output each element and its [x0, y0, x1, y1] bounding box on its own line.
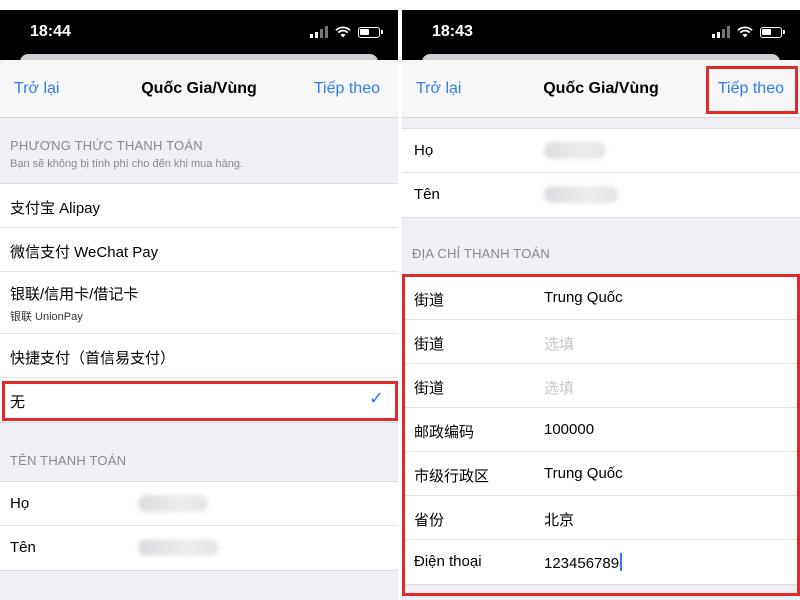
option-label: 银联/信用卡/借记卡	[10, 286, 139, 303]
status-time: 18:43	[432, 23, 473, 40]
field-label: 街道	[414, 292, 445, 309]
street-field-3[interactable]: 街道 选填	[402, 364, 800, 408]
first-name-field[interactable]: Tên	[0, 526, 398, 570]
street-field-1[interactable]: 街道 Trung Quốc	[402, 276, 800, 320]
option-label: 微信支付 WeChat Pay	[10, 244, 159, 261]
billing-name-list: Họ Tên	[0, 481, 398, 571]
checkmark-icon: ✓	[368, 388, 384, 408]
payment-method-header: PHƯƠNG THỨC THANH TOÁN	[10, 138, 203, 153]
field-label: 街道	[414, 336, 445, 353]
field-value: Trung Quốc	[544, 465, 623, 482]
payment-option-quickpay[interactable]: 快捷支付（首信易支付）	[0, 334, 398, 378]
field-value: 123456789	[544, 555, 620, 572]
wifi-icon	[737, 26, 753, 38]
signal-icon	[712, 26, 730, 38]
option-label: 快捷支付（首信易支付）	[10, 350, 176, 367]
signal-icon	[310, 26, 328, 38]
phone-field[interactable]: Điện thoại 123456789	[402, 540, 800, 584]
back-button[interactable]: Trở lại	[14, 80, 59, 98]
name-fields-list: Họ Tên	[402, 128, 800, 218]
field-label: Điện thoại	[414, 553, 482, 570]
payment-option-none[interactable]: 无 ✓	[0, 378, 398, 422]
wifi-icon	[335, 26, 351, 38]
field-label: Tên	[414, 186, 440, 203]
redacted-value	[138, 539, 218, 556]
battery-icon	[358, 26, 383, 38]
province-field[interactable]: 省份 北京	[402, 496, 800, 540]
billing-name-header: TÊN THANH TOÁN	[10, 453, 127, 468]
redacted-value	[544, 142, 606, 159]
status-bar: 18:44	[0, 10, 398, 60]
field-label: 街道	[414, 380, 445, 397]
payment-method-note: Bạn sẽ không bị tính phí cho đến khi mua…	[10, 158, 243, 170]
payment-option-wechat[interactable]: 微信支付 WeChat Pay	[0, 228, 398, 272]
phone-screen-left: 18:44 Trở lại Quốc Gia/Vùng Tiếp theo PH…	[0, 10, 398, 600]
field-label: Tên	[10, 539, 36, 556]
street-field-2[interactable]: 街道 选填	[402, 320, 800, 364]
status-bar: 18:43	[402, 10, 800, 60]
payment-option-unionpay[interactable]: 银联/信用卡/借记卡 银联 UnionPay	[0, 272, 398, 334]
city-field[interactable]: 市级行政区 Trung Quốc	[402, 452, 800, 496]
field-placeholder: 选填	[544, 336, 575, 353]
billing-address-header: ĐỊA CHỈ THANH TOÁN	[412, 246, 550, 261]
option-label: 支付宝 Alipay	[10, 200, 101, 217]
text-cursor	[620, 553, 622, 571]
field-label: Họ	[10, 495, 30, 512]
field-placeholder: 选填	[544, 380, 575, 397]
form-sheet: Trở lại Quốc Gia/Vùng Tiếp theo Họ Tên Đ…	[402, 60, 800, 600]
phone-value-wrap: 123456789	[544, 553, 622, 572]
next-button[interactable]: Tiếp theo	[314, 80, 380, 98]
nav-bar: Trở lại Quốc Gia/Vùng Tiếp theo	[0, 60, 398, 118]
option-label: 无	[10, 394, 26, 411]
form-sheet: Trở lại Quốc Gia/Vùng Tiếp theo PHƯƠNG T…	[0, 60, 398, 600]
first-name-field[interactable]: Tên	[402, 173, 800, 217]
option-sublabel: 银联 UnionPay	[10, 311, 83, 323]
field-value: Trung Quốc	[544, 289, 623, 306]
phone-screen-right: 18:43 Trở lại Quốc Gia/Vùng Tiếp theo Họ…	[402, 10, 800, 600]
field-value: 北京	[544, 512, 575, 529]
nav-bar: Trở lại Quốc Gia/Vùng Tiếp theo	[402, 60, 800, 118]
back-button[interactable]: Trở lại	[416, 80, 461, 98]
payment-option-alipay[interactable]: 支付宝 Alipay	[0, 184, 398, 228]
field-label: 省份	[414, 512, 445, 529]
next-button[interactable]: Tiếp theo	[718, 80, 784, 98]
field-label: Họ	[414, 142, 434, 159]
last-name-field[interactable]: Họ	[0, 482, 398, 526]
payment-options-list: 支付宝 Alipay 微信支付 WeChat Pay 银联/信用卡/借记卡 银联…	[0, 183, 398, 423]
battery-icon	[760, 26, 785, 38]
billing-address-list: 街道 Trung Quốc 街道 选填 街道 选填 邮政编码 100000 市级…	[402, 275, 800, 585]
postal-code-field[interactable]: 邮政编码 100000	[402, 408, 800, 452]
field-label: 市级行政区	[414, 468, 490, 485]
last-name-field[interactable]: Họ	[402, 129, 800, 173]
field-value: 100000	[544, 421, 595, 438]
redacted-value	[138, 495, 208, 512]
redacted-value	[544, 186, 618, 203]
field-label: 邮政编码	[414, 424, 475, 441]
status-time: 18:44	[30, 23, 71, 40]
